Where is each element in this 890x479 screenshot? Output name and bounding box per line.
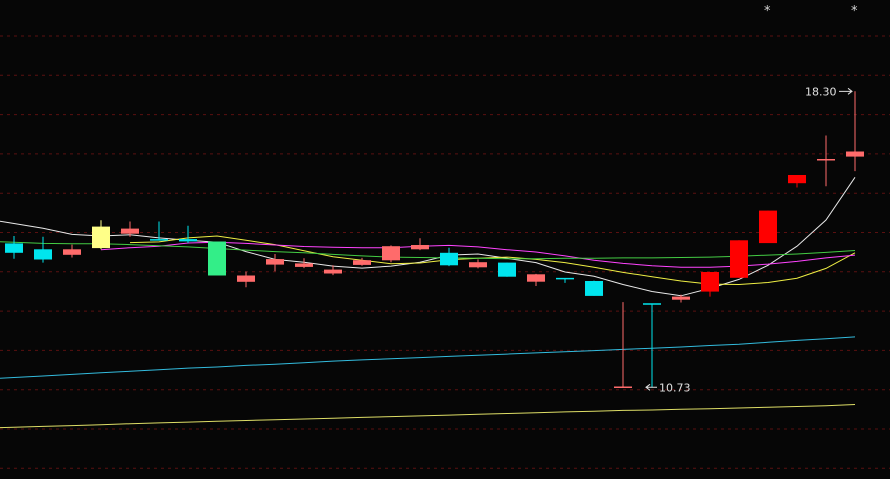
candle	[237, 271, 255, 288]
candle	[63, 244, 81, 258]
candle-body	[498, 262, 516, 277]
candle-body	[92, 226, 110, 249]
candle	[266, 254, 284, 272]
candle	[643, 303, 661, 388]
candle-body	[121, 228, 139, 234]
candle-body	[324, 269, 342, 274]
candle	[846, 91, 864, 172]
candle	[817, 135, 835, 187]
candle	[469, 259, 487, 269]
candle-body	[208, 241, 226, 276]
candle-body	[759, 210, 777, 244]
candle-body	[382, 246, 400, 261]
candle-body	[585, 281, 603, 296]
candle-body	[701, 272, 719, 292]
candle-body	[672, 296, 690, 300]
candle	[121, 221, 139, 237]
high-price-arrow	[839, 87, 853, 95]
candle-body	[469, 262, 487, 268]
candle	[788, 175, 806, 188]
candle-body	[5, 243, 23, 253]
grid-lines	[0, 35, 890, 469]
candle	[556, 277, 574, 283]
candle-body	[266, 259, 284, 265]
candle	[5, 236, 23, 259]
candle	[34, 236, 52, 263]
candle-body	[295, 263, 313, 267]
candle	[527, 273, 545, 286]
candle-body	[34, 249, 52, 260]
candle	[701, 272, 719, 297]
moving-average-line	[0, 177, 856, 297]
candle-body	[237, 275, 255, 282]
candle	[440, 247, 458, 267]
candlestick-chart[interactable]: * * 18.30 10.73	[0, 0, 890, 479]
candle	[759, 210, 777, 244]
candle	[498, 262, 516, 277]
candle-body	[440, 252, 458, 266]
candle	[672, 294, 690, 303]
candle-body	[63, 249, 81, 255]
candle	[411, 238, 429, 251]
annotations: * * 18.30 10.73	[645, 4, 858, 394]
candles	[5, 91, 864, 389]
candle	[208, 241, 226, 276]
star-marker: *	[764, 4, 771, 19]
candle	[92, 220, 110, 250]
moving-average-line	[0, 404, 856, 429]
star-marker: *	[851, 4, 858, 19]
moving-average-line	[0, 336, 856, 379]
low-price-label: 10.73	[659, 381, 691, 394]
candle	[614, 302, 632, 389]
candle-body	[353, 260, 371, 265]
candle-body	[411, 245, 429, 250]
candle-body	[846, 151, 864, 157]
moving-average-line	[0, 241, 856, 260]
candle	[179, 225, 197, 243]
candle-body	[179, 239, 197, 242]
candle-body	[527, 274, 545, 282]
candle	[382, 245, 400, 263]
candle-body	[788, 175, 806, 184]
candle-body	[730, 240, 748, 278]
high-price-label: 18.30	[805, 85, 837, 98]
candle	[730, 240, 748, 278]
candle	[585, 280, 603, 296]
